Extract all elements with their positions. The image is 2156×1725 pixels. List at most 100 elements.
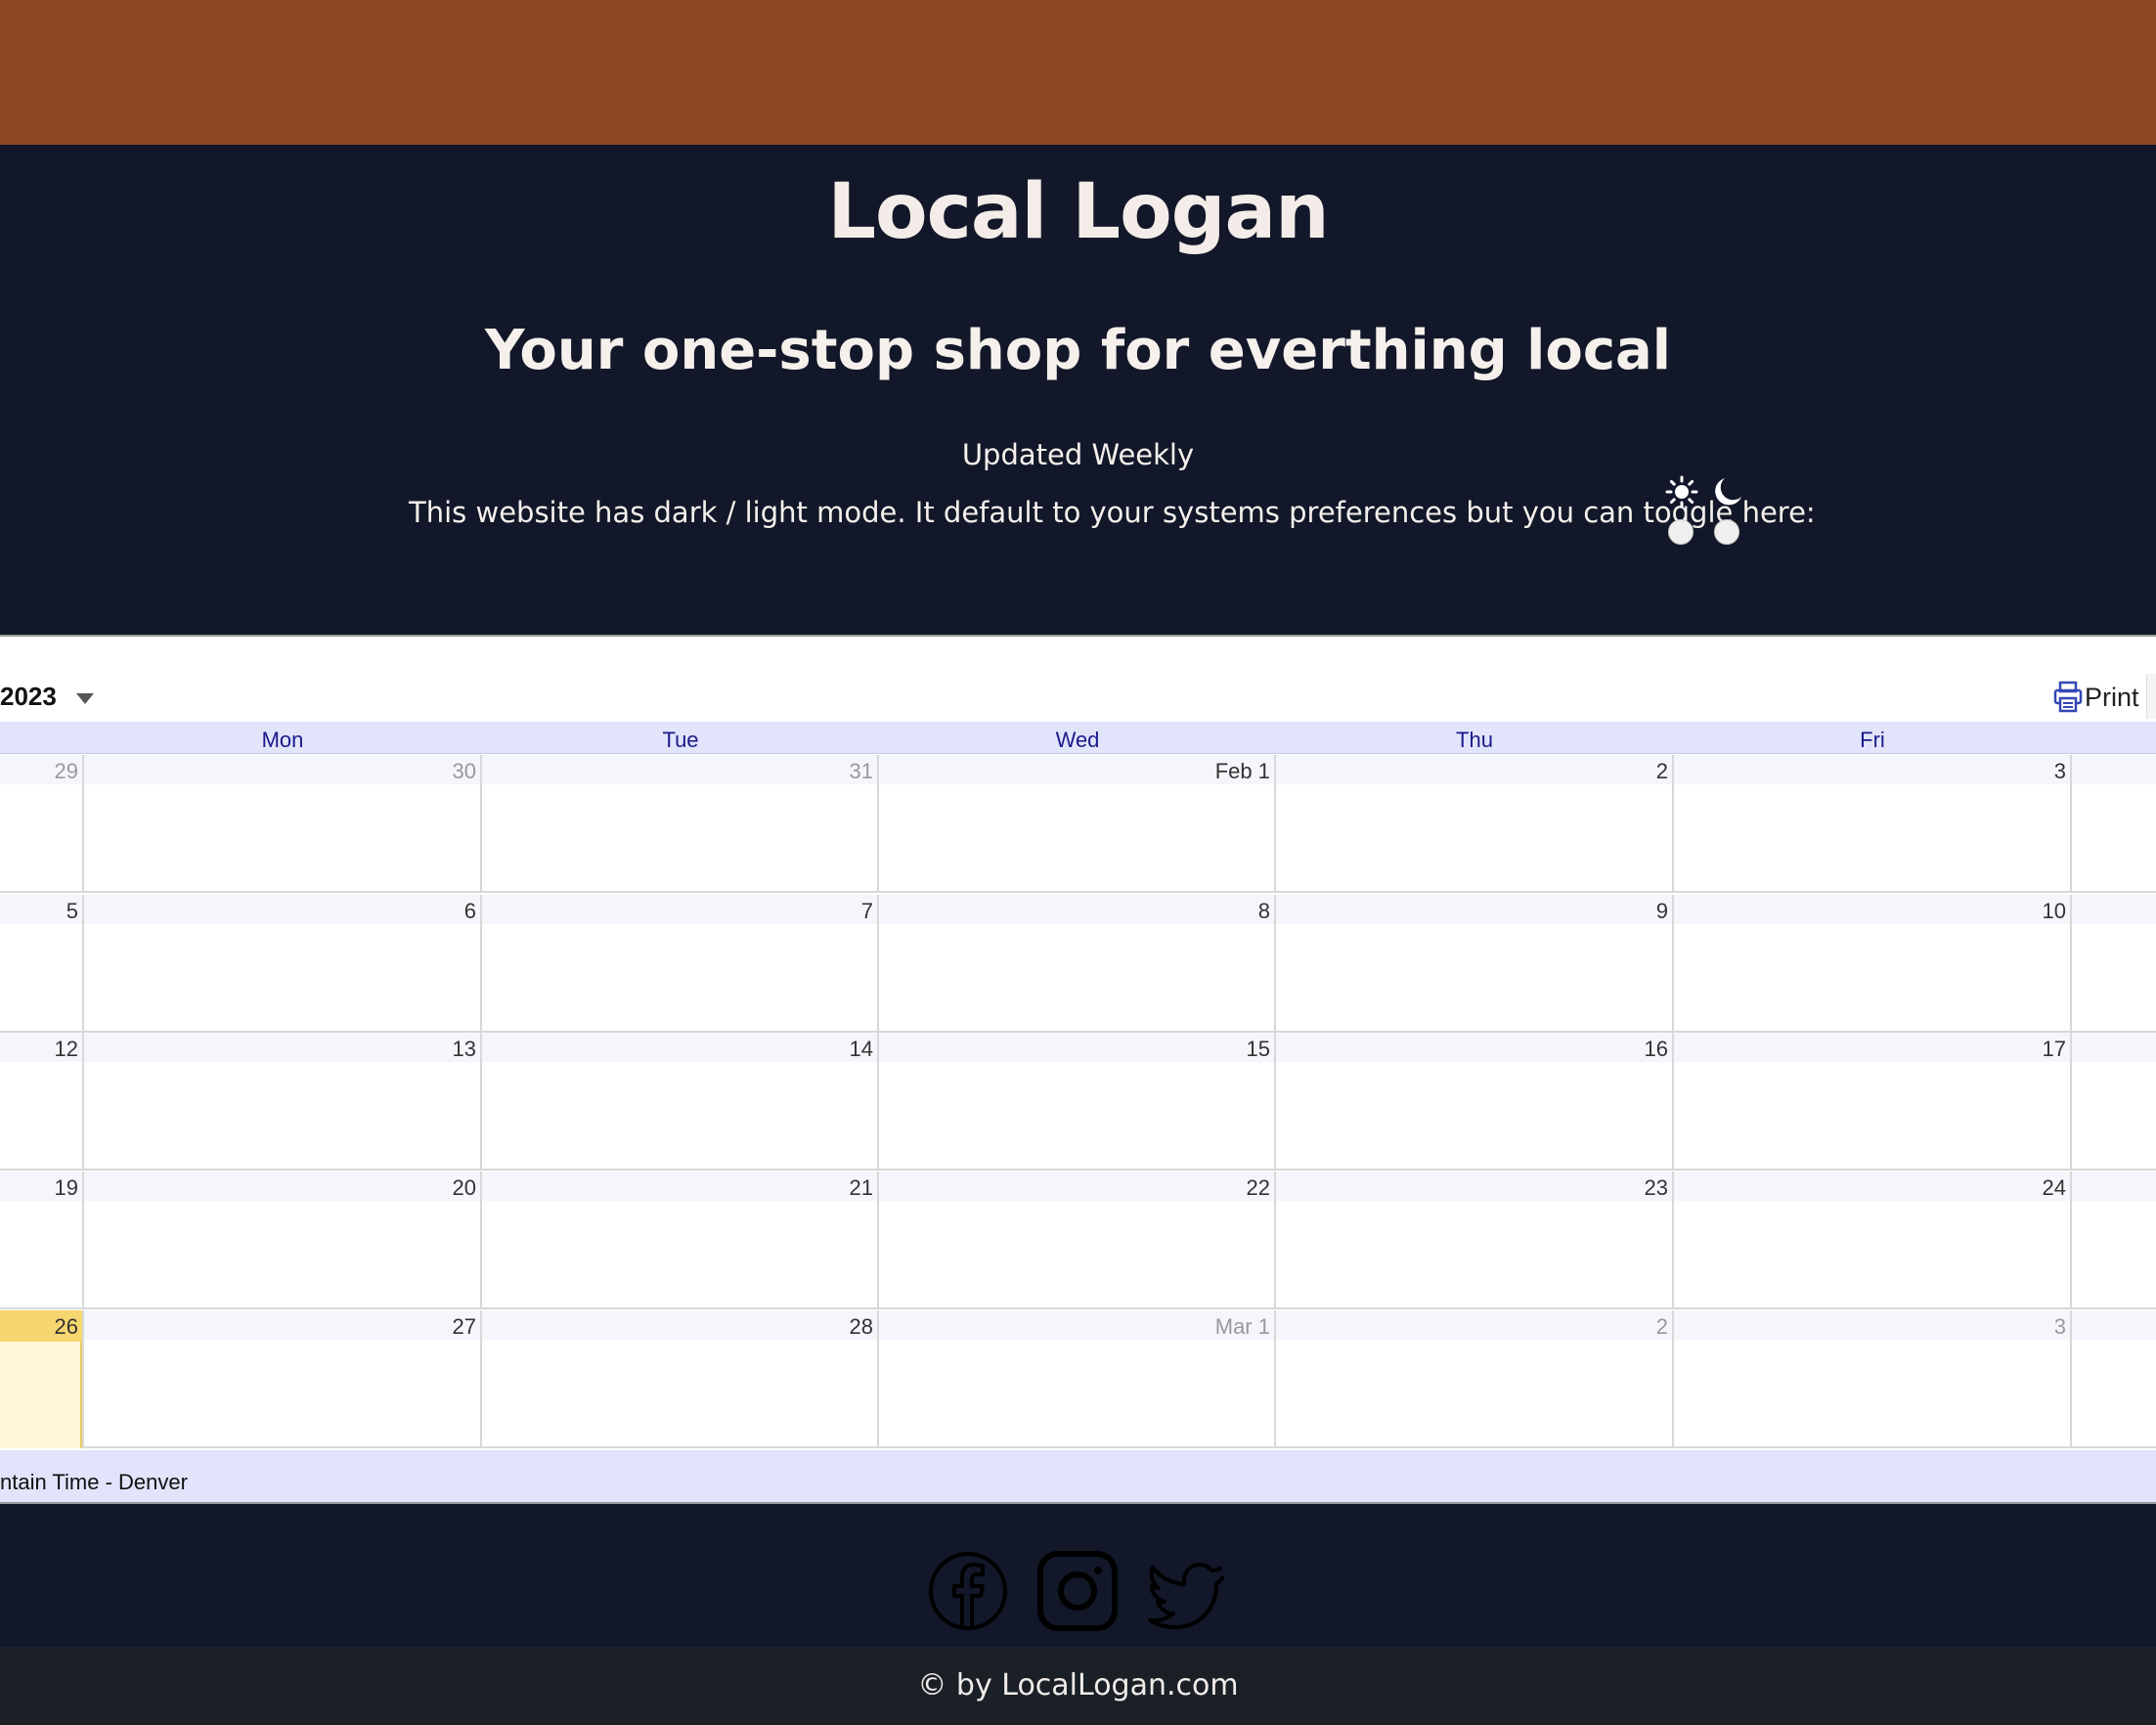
calendar-day-cell[interactable]: 13 xyxy=(84,1033,482,1171)
day-number[interactable]: 23 xyxy=(1645,1175,1668,1201)
twitter-icon[interactable] xyxy=(1147,1551,1227,1631)
light-mode-toggle[interactable] xyxy=(1661,475,1700,546)
calendar-day-cell[interactable] xyxy=(2072,755,2156,893)
calendar-week-row: 26 27 28 Mar 1 2 3 xyxy=(0,1310,2156,1448)
day-number[interactable]: 27 xyxy=(453,1314,476,1340)
copyright-footer: © by LocalLogan.com xyxy=(0,1647,2156,1725)
day-number[interactable]: Mar 1 xyxy=(1215,1314,1270,1340)
timezone-label: ntain Time - Denver xyxy=(0,1470,188,1494)
calendar-day-cell[interactable]: 8 xyxy=(879,895,1276,1033)
calendar-day-cell[interactable] xyxy=(2072,895,2156,1033)
weekday-thu: Thu xyxy=(1456,728,1493,752)
calendar-day-cell[interactable]: Feb 1 xyxy=(879,755,1276,893)
calendar-day-cell[interactable]: 12 xyxy=(0,1033,84,1171)
print-button[interactable]: Print xyxy=(2053,678,2139,717)
calendar-day-cell[interactable]: 20 xyxy=(84,1172,482,1309)
top-banner xyxy=(0,0,2156,145)
mode-toggle-text: This website has dark / light mode. It d… xyxy=(409,496,1816,529)
day-number[interactable]: 6 xyxy=(464,899,476,924)
calendar-week-row: 12 13 14 15 16 17 xyxy=(0,1033,2156,1171)
sun-icon xyxy=(1665,475,1698,509)
day-number[interactable]: 5 xyxy=(66,899,78,924)
day-number[interactable]: 20 xyxy=(453,1175,476,1201)
site-title: Local Logan xyxy=(827,168,1329,256)
day-number[interactable]: 7 xyxy=(861,899,873,924)
day-number[interactable]: 9 xyxy=(1656,899,1668,924)
calendar-day-cell[interactable]: 17 xyxy=(1674,1033,2072,1171)
day-number[interactable]: 16 xyxy=(1645,1037,1668,1062)
calendar-day-cell[interactable]: 3 xyxy=(1674,755,2072,893)
day-number[interactable]: 13 xyxy=(453,1037,476,1062)
calendar-day-cell[interactable]: 22 xyxy=(879,1172,1276,1309)
weekday-tue: Tue xyxy=(662,728,699,752)
weekday-wed: Wed xyxy=(1055,728,1100,752)
calendar-day-cell[interactable]: 9 xyxy=(1276,895,1674,1033)
calendar-day-cell[interactable]: 29 xyxy=(0,755,84,893)
day-number[interactable]: 28 xyxy=(850,1314,873,1340)
day-number[interactable]: Feb 1 xyxy=(1215,759,1270,784)
calendar-day-cell[interactable] xyxy=(2072,1310,2156,1448)
calendar-embed: 2023 Print Mon Tue Wed Thu Fri 29 30 31 Feb… xyxy=(0,635,2156,1504)
day-number[interactable]: 8 xyxy=(1258,899,1270,924)
calendar-day-cell[interactable]: 2 xyxy=(1276,755,1674,893)
print-label: Print xyxy=(2085,682,2139,712)
day-number[interactable]: 21 xyxy=(850,1175,873,1201)
dark-mode-toggle[interactable] xyxy=(1707,475,1746,546)
moon-icon xyxy=(1715,478,1741,506)
calendar-day-cell[interactable]: 31 xyxy=(482,755,879,893)
day-number[interactable]: 30 xyxy=(453,759,476,784)
calendar-day-cell[interactable]: 10 xyxy=(1674,895,2072,1033)
calendar-day-cell[interactable]: 5 xyxy=(0,895,84,1033)
weekday-header: Mon Tue Wed Thu Fri xyxy=(0,722,2156,754)
day-number[interactable]: 10 xyxy=(2043,899,2066,924)
updated-note: Updated Weekly xyxy=(961,438,1195,471)
day-number[interactable]: 2 xyxy=(1656,1314,1668,1340)
day-number[interactable]: 3 xyxy=(2054,759,2066,784)
calendar-day-cell[interactable] xyxy=(2072,1172,2156,1309)
day-number[interactable]: 26 xyxy=(55,1314,78,1340)
day-number[interactable]: 14 xyxy=(850,1037,873,1062)
calendar-day-cell[interactable]: Mar 1 xyxy=(879,1310,1276,1448)
day-number[interactable]: 29 xyxy=(55,759,78,784)
calendar-day-cell[interactable]: 24 xyxy=(1674,1172,2072,1309)
month-label[interactable]: 2023 xyxy=(0,682,57,712)
calendar-day-cell[interactable]: 2 xyxy=(1276,1310,1674,1448)
day-number[interactable]: 3 xyxy=(2054,1314,2066,1340)
calendar-day-cell[interactable]: 23 xyxy=(1276,1172,1674,1309)
printer-icon xyxy=(2053,681,2083,713)
light-mode-radio[interactable] xyxy=(1668,519,1694,545)
calendar-day-cell[interactable]: 21 xyxy=(482,1172,879,1309)
weekday-fri: Fri xyxy=(1860,728,1885,752)
calendar-day-cell[interactable]: 7 xyxy=(482,895,879,1033)
day-number[interactable]: 15 xyxy=(1247,1037,1270,1062)
day-number[interactable]: 12 xyxy=(55,1037,78,1062)
calendar-day-cell[interactable]: 16 xyxy=(1276,1033,1674,1171)
dark-mode-radio[interactable] xyxy=(1714,519,1739,545)
calendar-day-cell[interactable]: 30 xyxy=(84,755,482,893)
instagram-icon[interactable] xyxy=(1037,1551,1118,1631)
calendar-day-cell[interactable]: 6 xyxy=(84,895,482,1033)
calendar-week-row: 29 30 31 Feb 1 2 3 xyxy=(0,755,2156,893)
calendar-day-cell[interactable]: 28 xyxy=(482,1310,879,1448)
day-number[interactable]: 31 xyxy=(850,759,873,784)
hero-header: Local Logan Your one-stop shop for evert… xyxy=(0,145,2156,635)
calendar-day-cell[interactable]: 19 xyxy=(0,1172,84,1309)
day-number[interactable]: 22 xyxy=(1247,1175,1270,1201)
calendar-day-cell[interactable]: 14 xyxy=(482,1033,879,1171)
calendar-day-today[interactable]: 26 xyxy=(0,1310,84,1448)
facebook-icon[interactable] xyxy=(928,1551,1008,1631)
chevron-down-icon[interactable] xyxy=(76,693,94,704)
day-number[interactable]: 17 xyxy=(2043,1037,2066,1062)
weekday-mon: Mon xyxy=(261,728,304,752)
calendar-day-cell[interactable]: 27 xyxy=(84,1310,482,1448)
calendar-week-row: 5 6 7 8 9 10 xyxy=(0,895,2156,1033)
calendar-day-cell[interactable] xyxy=(2072,1033,2156,1171)
social-links xyxy=(0,1504,2156,1647)
copyright-text: © by LocalLogan.com xyxy=(917,1668,1239,1703)
calendar-day-cell[interactable]: 15 xyxy=(879,1033,1276,1171)
day-number[interactable]: 19 xyxy=(55,1175,78,1201)
day-number[interactable]: 2 xyxy=(1656,759,1668,784)
day-number[interactable]: 24 xyxy=(2043,1175,2066,1201)
site-tagline: Your one-stop shop for everthing local xyxy=(485,319,1671,382)
calendar-day-cell[interactable]: 3 xyxy=(1674,1310,2072,1448)
